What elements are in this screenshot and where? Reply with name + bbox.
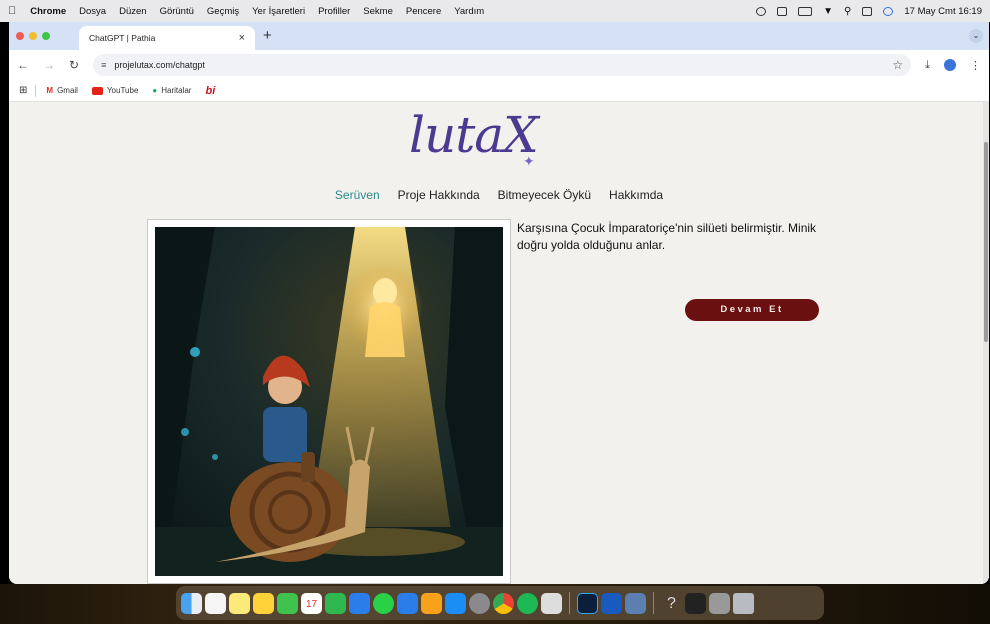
stickies-icon[interactable] [253,592,274,614]
keynote-icon[interactable] [349,592,370,614]
record-icon[interactable] [756,6,767,16]
logo-text: lutaX [409,106,539,164]
url-text: projelutax.com/chatgpt [114,60,205,70]
bookmark-haritalar[interactable]: ● Haritalar [152,86,191,95]
nav-bitmeyecek-oyku[interactable]: Bitmeyecek Öykü [498,188,591,202]
preview-icon[interactable] [625,592,646,614]
stocks-icon[interactable] [685,592,706,614]
tab-search-icon[interactable]: ⌄ [969,29,983,43]
notes-icon[interactable] [229,592,250,614]
logo-sparkle-icon: ✦ [523,154,535,170]
bookmark-youtube[interactable]: YouTube [91,86,139,95]
nav-hakkimda[interactable]: Hakkımda [609,188,663,202]
desktop:  Chrome Dosya Düzen Görüntü Geçmiş Yer … [0,0,990,624]
browser-window: ChatGPT | Pathia × + ⌄ ← → ↻ ≡ projeluta… [9,22,989,584]
forward-icon[interactable]: → [43,58,55,72]
help-icon[interactable]: ? [661,593,682,614]
story-text: Karşısına Çocuk İmparatoriçe'nin silüeti… [517,221,817,252]
nav-seruven[interactable]: Serüven [335,188,380,202]
screenshot-icon[interactable] [709,592,730,614]
scrollbar-thumb[interactable] [984,142,988,342]
profile-avatar[interactable] [944,59,956,71]
menu-yer-isaretleri[interactable]: Yer İşaretleri [252,6,305,17]
new-tab-button[interactable]: + [263,27,272,44]
photoshop-icon[interactable] [577,592,598,614]
apps-grid-icon[interactable]: ⊞ [19,85,27,96]
menu-profiller[interactable]: Profiller [318,6,350,17]
bookmark-label: Haritalar [161,86,192,95]
search-icon[interactable]: ⚲ [844,6,851,17]
download-icon[interactable]: ⤓ [925,59,930,72]
menu-gecmis[interactable]: Geçmiş [207,6,239,17]
appstore-icon[interactable] [445,592,466,614]
bookmark-star-icon[interactable]: ☆ [892,58,903,72]
more-menu-icon[interactable]: ⋮ [970,59,981,72]
control-center-icon[interactable] [862,6,873,16]
dock-divider [653,592,654,614]
iphone-mirror-icon[interactable] [541,592,562,614]
menu-sekme[interactable]: Sekme [363,6,393,17]
minimize-window-button[interactable] [29,32,37,40]
zoom-window-button[interactable] [42,32,50,40]
story-illustration [155,227,503,576]
maps-pin-icon: ● [152,86,158,95]
bookmark-gmail[interactable]: M Gmail [46,86,78,95]
bookmarks-bar: ⊞ M Gmail YouTube ● Haritalar bi [9,80,989,102]
numbers-icon[interactable] [325,592,346,614]
reload-icon[interactable]: ↻ [69,58,79,72]
chrome-icon[interactable] [493,592,514,614]
finder-icon[interactable] [181,592,202,614]
siri-icon[interactable] [883,6,894,16]
menu-goruntu[interactable]: Görüntü [160,6,194,17]
page-scrollbar[interactable] [983,102,989,584]
bookmark-label: bi [205,84,216,97]
bookmark-label: Gmail [57,86,78,95]
menu-pencere[interactable]: Pencere [406,6,441,17]
close-window-button[interactable] [16,32,24,40]
battery-icon[interactable] [798,6,813,16]
continue-button[interactable]: Devam Et [685,299,819,321]
word-icon[interactable] [601,592,622,614]
calendar-icon[interactable]: 17 [301,592,322,614]
screen-mirror-icon[interactable] [777,6,788,16]
menubar-clock[interactable]: 17 May Cmt 16:19 [904,6,982,17]
menu-app-name[interactable]: Chrome [30,6,66,17]
whatsapp-icon[interactable] [373,592,394,614]
spotify-icon[interactable] [517,592,538,614]
tab-strip: ChatGPT | Pathia × + ⌄ [9,22,989,50]
gmail-icon: M [46,86,54,95]
menu-yardim[interactable]: Yardım [454,6,484,17]
wifi-icon[interactable]: ▼ [823,6,833,17]
browser-toolbar: ← → ↻ ≡ projelutax.com/chatgpt ☆ ⤓ ⋮ [9,50,989,80]
back-icon[interactable]: ← [17,58,29,72]
tab-title: ChatGPT | Pathia [89,33,156,43]
nav-proje-hakkinda[interactable]: Proje Hakkında [398,188,480,202]
site-info-icon[interactable]: ≡ [101,60,106,70]
youtube-icon [91,86,103,95]
bookmark-label: YouTube [106,86,139,95]
macos-menubar:  Chrome Dosya Düzen Görüntü Geçmiş Yer … [0,0,990,22]
pages-icon[interactable] [421,592,442,614]
minus-icon[interactable] [397,592,418,614]
apple-icon[interactable]:  [8,5,16,17]
menu-dosya[interactable]: Dosya [79,6,106,17]
launchpad-icon[interactable] [205,592,226,614]
tab-active[interactable]: ChatGPT | Pathia × [79,26,255,50]
facetime-icon[interactable] [277,592,298,614]
dock-divider [569,592,570,614]
site-nav: Serüven Proje Hakkında Bitmeyecek Öykü H… [9,188,989,202]
story-image [147,219,511,584]
bookmark-bi[interactable]: bi [205,85,215,97]
dock: 17 ? [176,586,824,620]
site-logo[interactable]: lutaX ✦ [409,106,539,170]
trash-icon[interactable] [733,592,754,614]
menu-duzen[interactable]: Düzen [119,6,146,17]
tab-close-icon[interactable]: × [239,32,245,44]
bookmarks-divider [35,84,37,97]
address-bar[interactable]: ≡ projelutax.com/chatgpt ☆ [93,54,912,76]
web-page: lutaX ✦ Serüven Proje Hakkında Bitmeyece… [9,102,989,584]
settings-icon[interactable] [469,592,490,614]
